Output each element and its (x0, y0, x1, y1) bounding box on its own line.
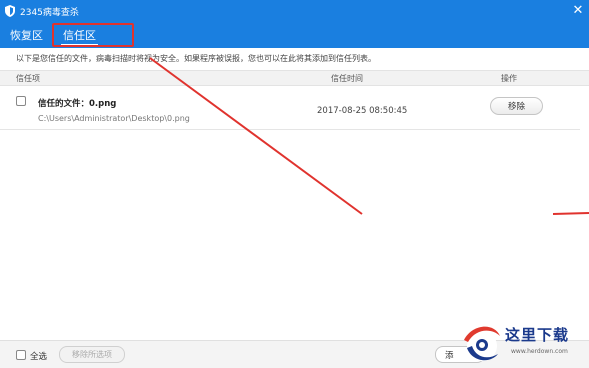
close-icon: ✕ (572, 2, 584, 18)
watermark: 这里下载 www.herdown.com (458, 318, 589, 368)
file-path: C:\Users\Administrator\Desktop\0.png (38, 114, 190, 123)
close-button[interactable]: ✕ (567, 0, 589, 20)
annotation-arrow-line (552, 212, 589, 215)
table-row: 信任的文件：0.png C:\Users\Administrator\Deskt… (0, 87, 580, 130)
watermark-url: www.herdown.com (511, 348, 568, 355)
header-trust-item: 信任项 (16, 74, 40, 83)
tab-restore[interactable]: 恢复区 (0, 26, 53, 46)
select-all-checkbox[interactable] (16, 350, 26, 360)
row-checkbox[interactable] (16, 96, 26, 106)
shield-icon (4, 5, 16, 17)
header-trust-time: 信任时间 (331, 74, 363, 83)
remove-button[interactable]: 移除 (490, 97, 543, 115)
remove-selected-button[interactable]: 移除所选项 (59, 346, 125, 363)
header-action: 操作 (501, 74, 517, 83)
watermark-logo (464, 326, 500, 361)
trust-notice: 以下是您信任的文件，病毒扫描时将视为安全。如果程序被误报，您也可以在此将其添加到… (16, 54, 376, 63)
table-header: 信任项 信任时间 操作 (0, 70, 589, 86)
title-row: 2345病毒查杀 (0, 0, 589, 22)
tab-highlight-box (52, 23, 134, 47)
watermark-text: 这里下载 (505, 326, 570, 344)
trust-time: 2017-08-25 08:50:45 (317, 106, 408, 116)
file-name: 信任的文件：0.png (38, 99, 117, 109)
window-title: 2345病毒查杀 (20, 7, 79, 18)
select-all-label[interactable]: 全选 (30, 350, 47, 362)
